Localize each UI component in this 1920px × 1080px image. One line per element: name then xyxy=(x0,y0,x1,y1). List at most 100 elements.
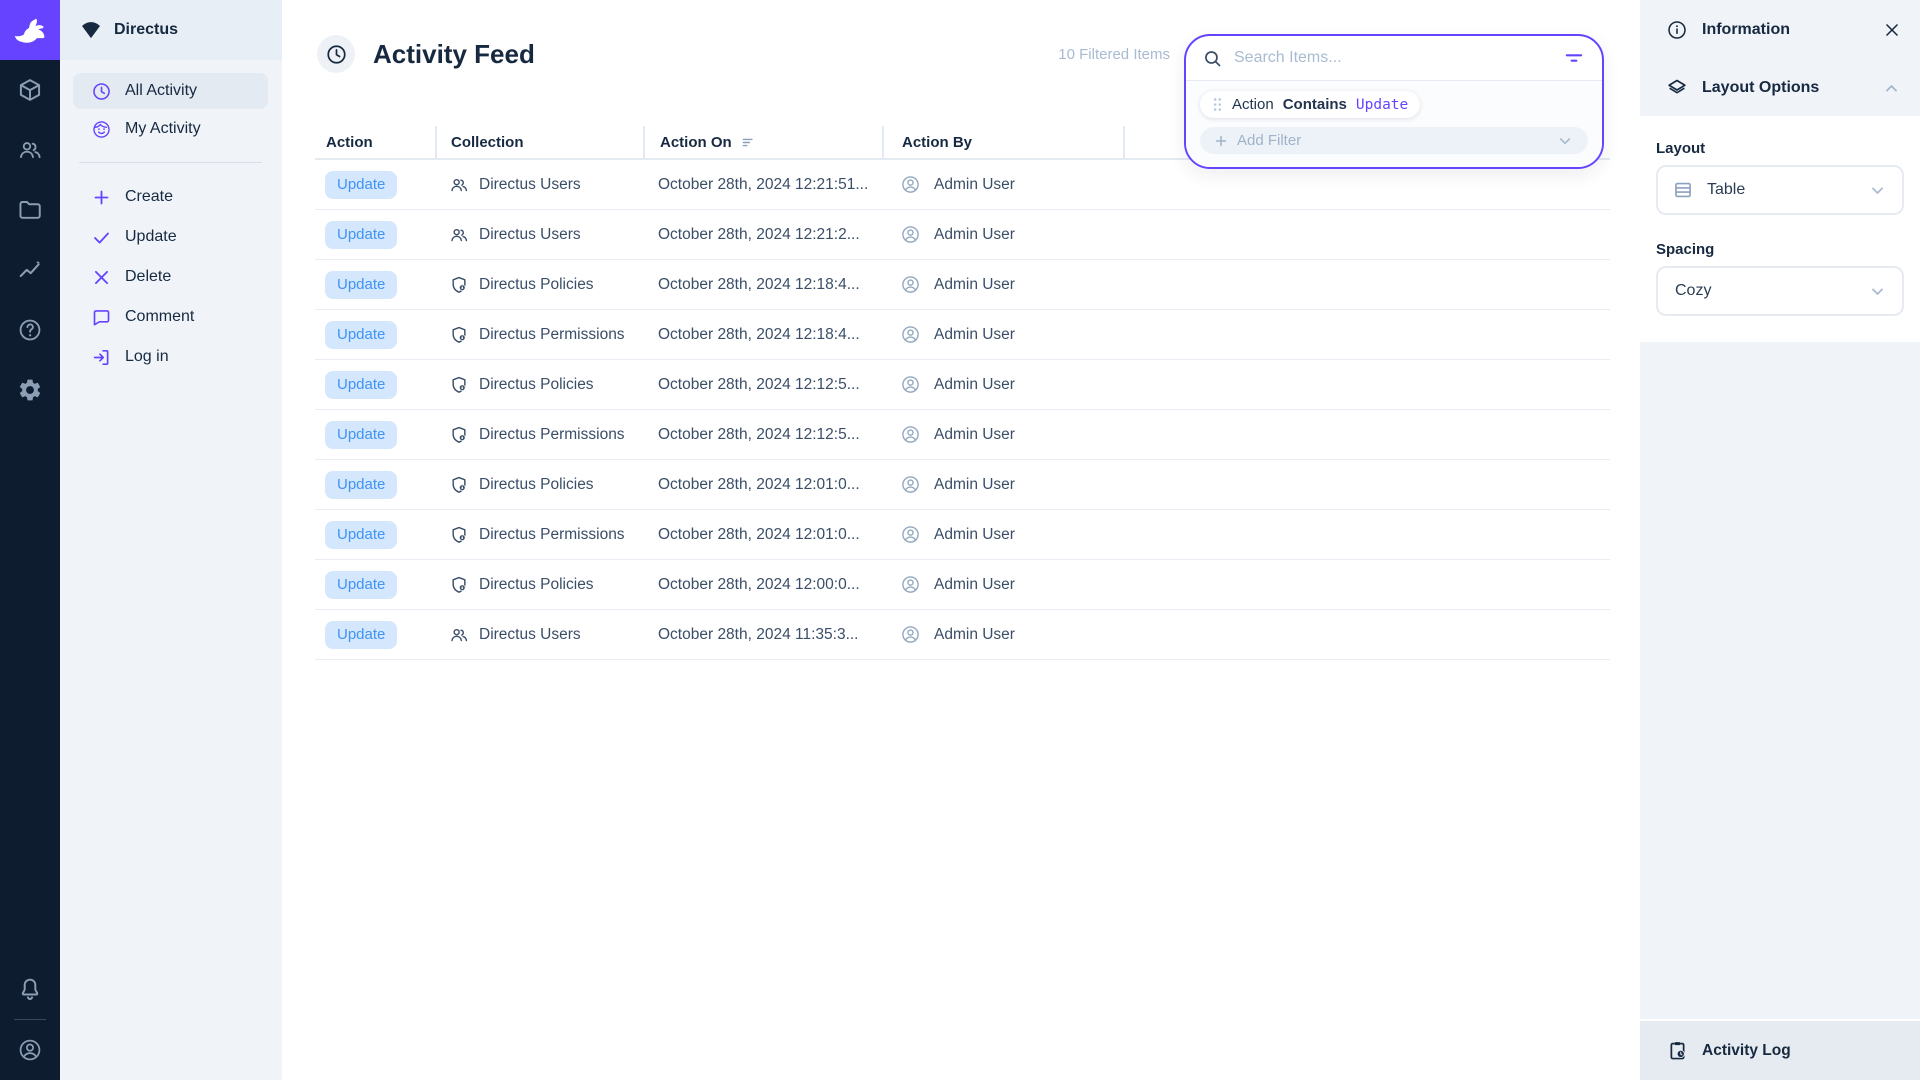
activity-log-label: Activity Log xyxy=(1702,1042,1791,1060)
directus-app: Directus All Activity My Activity Create… xyxy=(0,0,1920,1080)
nav-divider xyxy=(79,162,262,163)
column-header-action[interactable]: Action xyxy=(315,126,435,158)
users-icon xyxy=(17,137,43,163)
info-icon xyxy=(1666,19,1688,41)
cell-collection: Directus Policies xyxy=(435,460,643,509)
layout-select[interactable]: Table xyxy=(1656,165,1904,215)
filter-dropdown: Action Contains Update Add Filter xyxy=(1186,81,1602,167)
x-icon xyxy=(91,267,112,288)
shield-policy-icon xyxy=(449,425,469,445)
search-input[interactable] xyxy=(1234,49,1551,67)
action-by-value: Admin User xyxy=(934,426,1015,444)
cell-action: Update xyxy=(315,560,435,609)
main-content: Activity Feed 10 Filtered Items Action C… xyxy=(282,0,1640,1080)
table-row[interactable]: UpdateDirectus UsersOctober 28th, 2024 1… xyxy=(315,210,1610,260)
table-row[interactable]: UpdateDirectus UsersOctober 28th, 2024 1… xyxy=(315,610,1610,660)
action-badge: Update xyxy=(325,471,397,499)
layout-options-header[interactable]: Layout Options xyxy=(1640,60,1920,116)
table-row[interactable]: UpdateDirectus PermissionsOctober 28th, … xyxy=(315,510,1610,560)
content-module-button[interactable] xyxy=(0,60,60,120)
collection-name: Directus Users xyxy=(479,626,581,644)
layers-icon xyxy=(1666,77,1688,99)
action-by-value: Admin User xyxy=(934,176,1015,194)
cell-action-by: Admin User xyxy=(882,210,1123,259)
table-row[interactable]: Update Directus PoliciesOctober 28th, 202… xyxy=(315,460,1610,510)
activity-log-button[interactable]: Activity Log xyxy=(1640,1019,1920,1080)
files-module-button[interactable] xyxy=(0,180,60,240)
cell-spacer xyxy=(1123,310,1610,359)
collection-name: Directus Permissions xyxy=(479,426,625,444)
table-row[interactable]: UpdateDirectus PoliciesOctober 28th, 202… xyxy=(315,260,1610,310)
settings-module-button[interactable] xyxy=(0,360,60,420)
notifications-button[interactable] xyxy=(0,959,60,1019)
table-layout-icon xyxy=(1672,179,1694,201)
spacing-select[interactable]: Cozy xyxy=(1656,266,1904,316)
cell-collection: Directus Users xyxy=(435,160,643,209)
project-header[interactable]: Directus xyxy=(60,0,282,60)
directus-logo[interactable] xyxy=(0,0,60,60)
column-header-collection[interactable]: Collection xyxy=(435,126,643,158)
column-header-action-on[interactable]: Action On xyxy=(643,126,882,158)
action-on-value: October 28th, 2024 12:12:5... xyxy=(658,426,860,444)
clock-icon xyxy=(325,43,348,66)
module-bar xyxy=(0,0,60,1080)
check-icon xyxy=(91,227,112,248)
box-icon xyxy=(17,77,43,103)
insights-module-button[interactable] xyxy=(0,240,60,300)
close-icon[interactable] xyxy=(1882,20,1902,40)
action-badge: Update xyxy=(325,571,397,599)
sidebar-item-update[interactable]: Update xyxy=(73,218,268,256)
user-avatar-icon xyxy=(900,524,921,545)
cell-action: Update xyxy=(315,410,435,459)
sidebar-item-create[interactable]: Create xyxy=(73,178,268,216)
filter-icon[interactable] xyxy=(1562,46,1586,70)
search-icon xyxy=(1202,48,1223,69)
collection-name: Directus Users xyxy=(479,176,581,194)
cell-action: Update xyxy=(315,360,435,409)
filter-rule-chip[interactable]: Action Contains Update xyxy=(1200,91,1420,118)
table-row[interactable]: UpdateDirectus PermissionsOctober 28th, … xyxy=(315,310,1610,360)
sidebar-item-my-activity[interactable]: My Activity xyxy=(73,111,268,147)
comment-icon xyxy=(91,307,112,328)
action-by-value: Admin User xyxy=(934,626,1015,644)
table-row[interactable]: UpdateDirectus PoliciesOctober 28th, 202… xyxy=(315,560,1610,610)
cell-collection: Directus Policies xyxy=(435,560,643,609)
cell-action-by: Admin User xyxy=(882,160,1123,209)
cell-action-on: October 28th, 2024 12:21:51... xyxy=(643,160,882,209)
cell-collection: Directus Users xyxy=(435,210,643,259)
cell-action-by: Admin User xyxy=(882,410,1123,459)
cell-collection: Directus Policies xyxy=(435,360,643,409)
filtered-items-count: 10 Filtered Items xyxy=(1058,46,1170,63)
sidebar-item-login[interactable]: Log in xyxy=(73,338,268,376)
cell-action-by: Admin User xyxy=(882,460,1123,509)
sidebar-item-delete[interactable]: Delete xyxy=(73,258,268,296)
table-row[interactable]: UpdateDirectus PoliciesOctober 28th, 202… xyxy=(315,360,1610,410)
add-filter-button[interactable]: Add Filter xyxy=(1200,127,1588,154)
action-by-value: Admin User xyxy=(934,576,1015,594)
collection-name: Directus Policies xyxy=(479,576,594,594)
action-by-value: Admin User xyxy=(934,476,1015,494)
drag-handle-icon[interactable] xyxy=(1212,96,1223,113)
cell-collection: Directus Permissions xyxy=(435,510,643,559)
sidebar-item-all-activity[interactable]: All Activity xyxy=(73,73,268,109)
table-row[interactable]: Update Directus Permissions October 28th, … xyxy=(315,410,1610,460)
sort-icon xyxy=(740,134,757,151)
cell-action-on: October 28th, 2024 12:21:2... xyxy=(643,210,882,259)
users-module-button[interactable] xyxy=(0,120,60,180)
action-on-value: October 28th, 2024 12:18:4... xyxy=(658,326,860,344)
sidebar-item-comment[interactable]: Comment xyxy=(73,298,268,336)
cell-action-by: Admin User xyxy=(882,610,1123,659)
cell-action: Update xyxy=(315,460,435,509)
avatar-icon xyxy=(17,1037,43,1063)
cell-action-on: October 28th, 2024 12:01:0... xyxy=(643,460,882,509)
action-badge: Update xyxy=(325,321,397,349)
action-on-value: October 28th, 2024 12:21:51... xyxy=(658,176,868,194)
chevron-up-icon[interactable] xyxy=(1881,78,1902,99)
filter-field: Action xyxy=(1232,96,1274,113)
column-header-action-by[interactable]: Action By xyxy=(882,126,1123,158)
help-module-button[interactable] xyxy=(0,300,60,360)
account-button[interactable] xyxy=(0,1020,60,1080)
cell-spacer xyxy=(1123,510,1610,559)
collection-name: Directus Permissions xyxy=(479,526,625,544)
user-avatar-icon xyxy=(900,174,921,195)
